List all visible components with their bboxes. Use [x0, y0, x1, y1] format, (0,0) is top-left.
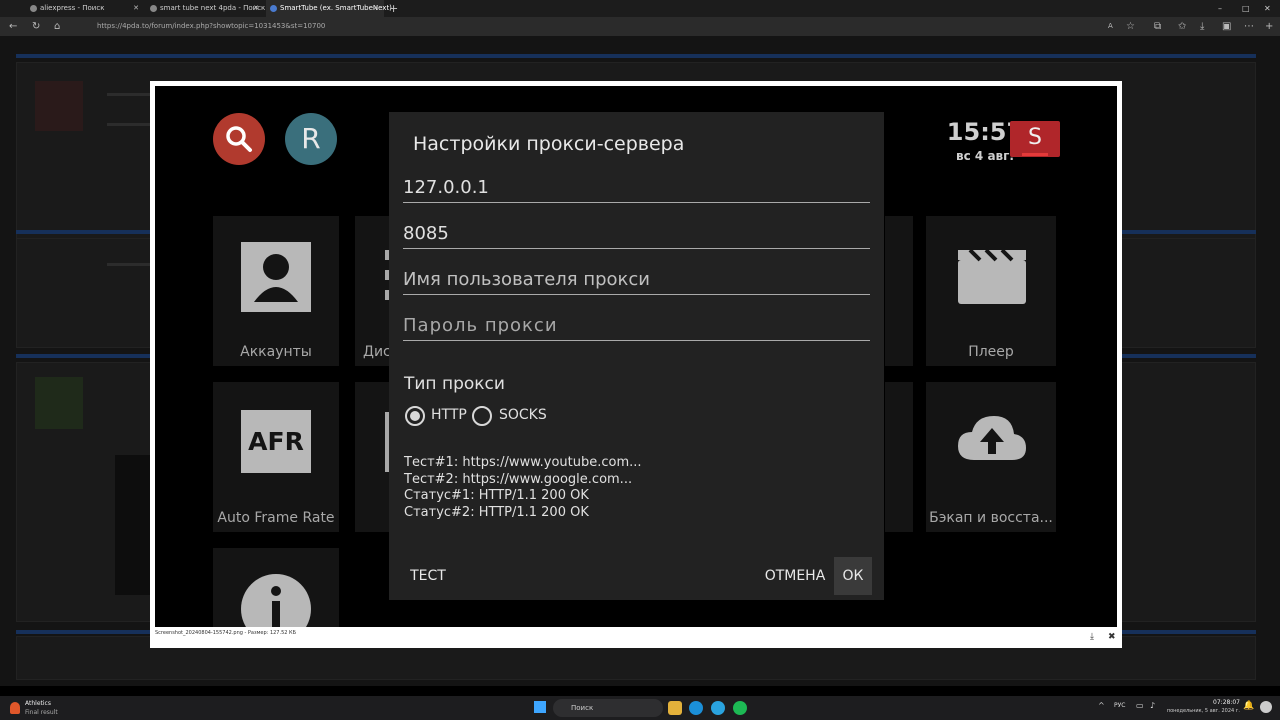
start-icon[interactable]	[534, 701, 546, 713]
info-icon	[241, 574, 311, 627]
address-bar-row: ← ↻ ⌂ https://4pda.to/forum/index.php?sh…	[0, 17, 1280, 36]
test-button[interactable]: ТЕСТ	[403, 557, 453, 595]
close-tab-icon[interactable]: ✕	[253, 0, 259, 17]
tile-accounts[interactable]: Аккаунты	[213, 216, 339, 366]
network-icon[interactable]: ▭	[1136, 701, 1144, 710]
ok-button[interactable]: ОК	[834, 557, 872, 595]
tile-label: Плеер	[968, 344, 1014, 360]
proxy-username-input[interactable]: Имя пользователя прокси	[403, 269, 870, 295]
4pda-icon	[270, 5, 277, 12]
avatar	[35, 377, 83, 429]
url-input[interactable]: https://4pda.to/forum/index.php?showtopi…	[85, 19, 1100, 34]
radio-http[interactable]: HTTP	[404, 405, 474, 427]
close-tab-icon[interactable]: ✕	[133, 0, 139, 17]
sidebar-add-icon[interactable]: +	[1265, 17, 1273, 36]
tile-about[interactable]	[213, 548, 339, 627]
download-icon[interactable]: ⤓	[1090, 632, 1094, 642]
cloud-upload-icon	[958, 416, 1026, 460]
volume-icon[interactable]: ♪	[1150, 701, 1155, 710]
tile-player[interactable]: Плеер	[926, 216, 1056, 366]
clapperboard-icon	[958, 248, 1026, 304]
tab-smarttube-4pda[interactable]: SmartTube (ex. SmartTubeNext) ✕	[266, 0, 392, 17]
tab-aliexpress[interactable]: aliexpress - Поиск ✕	[26, 0, 144, 17]
copilot-icon[interactable]	[1260, 701, 1272, 713]
taskbar-time[interactable]: 07:28:07	[1162, 699, 1240, 706]
new-tab-button[interactable]: +	[389, 0, 398, 17]
bing-icon	[150, 5, 157, 12]
tab-smarttube-search[interactable]: smart tube next 4pda - Поиск ✕	[146, 0, 266, 17]
menu-icon[interactable]: ⋯	[1244, 17, 1254, 36]
afr-icon: AFR	[241, 410, 311, 473]
tray-chevron-icon[interactable]: ^	[1098, 701, 1105, 710]
tile-label: Аккаунты	[240, 344, 312, 360]
edge-icon[interactable]	[689, 701, 703, 715]
minimize-button[interactable]: –	[1218, 0, 1222, 17]
account-avatar[interactable]: R	[285, 113, 337, 165]
radio-http-circle	[405, 406, 425, 426]
logo-letter: S	[1028, 125, 1042, 150]
proxy-host-input[interactable]: 127.0.0.1	[403, 177, 870, 203]
taskbar-date[interactable]: понедельник, 5 авг. 2024 г.	[1162, 708, 1240, 714]
close-window-button[interactable]: ✕	[1264, 0, 1271, 17]
status-line: Тест#1: https://www.youtube.com...	[404, 455, 642, 470]
search-icon	[226, 126, 252, 152]
dialog-title: Настройки прокси-сервера	[413, 133, 685, 155]
tile-label: Auto Frame Rate	[217, 510, 335, 526]
tile-auto-frame-rate[interactable]: AFR Auto Frame Rate	[213, 382, 339, 532]
tab-label: aliexpress - Поиск	[40, 4, 105, 12]
radio-socks-label: SOCKS	[499, 407, 547, 423]
tab-label: smart tube next 4pda - Поиск	[160, 4, 266, 12]
spotify-icon[interactable]	[733, 701, 747, 715]
proxy-port-input[interactable]: 8085	[403, 223, 870, 249]
extensions-icon[interactable]: ⧉	[1154, 17, 1161, 36]
home-icon[interactable]: ⌂	[54, 17, 60, 36]
tile-label: Бэкап и восста...	[929, 510, 1053, 526]
radio-socks-circle	[472, 406, 492, 426]
bing-icon	[30, 5, 37, 12]
maximize-button[interactable]: □	[1242, 0, 1250, 17]
read-aloud-icon[interactable]: A	[1108, 17, 1113, 36]
proxy-type-label: Тип прокси	[404, 374, 505, 394]
downloads-icon[interactable]: ⤓	[1200, 17, 1204, 36]
cancel-button[interactable]: ОТМЕНА	[760, 557, 830, 595]
favorite-star-icon[interactable]: ☆	[1126, 17, 1135, 36]
avatar	[35, 81, 83, 131]
telegram-icon[interactable]	[711, 701, 725, 715]
close-tab-icon[interactable]: ✕	[373, 0, 379, 17]
tile-backup[interactable]: Бэкап и восста...	[926, 382, 1056, 532]
weather-icon	[10, 702, 20, 714]
radio-socks[interactable]: SOCKS	[471, 405, 561, 427]
browser-tab-bar: aliexpress - Поиск ✕ smart tube next 4pd…	[0, 0, 1280, 17]
account-icon	[241, 242, 311, 312]
favorites-icon[interactable]: ✩	[1178, 17, 1186, 36]
status-line: Статус#1: HTTP/1.1 200 OK	[404, 488, 589, 503]
file-explorer-icon[interactable]	[668, 701, 682, 715]
proxy-settings-dialog: Настройки прокси-сервера 127.0.0.1 8085 …	[389, 112, 884, 600]
radio-http-label: HTTP	[431, 407, 467, 423]
proxy-test-status: Тест#1: https://www.youtube.com... Тест#…	[404, 455, 642, 521]
tv-screenshot: R 15:57 вс 4 авг. S Аккаунты Дис Плеер A…	[155, 86, 1117, 627]
tile-hidden-3[interactable]	[885, 382, 913, 532]
windows-taskbar: Athletics Final result Поиск ^ РУС ▭ ♪ 0…	[0, 696, 1280, 720]
search-button[interactable]	[213, 113, 265, 165]
notification-bell-icon[interactable]: 🔔	[1243, 701, 1254, 711]
forum-band	[16, 54, 1256, 58]
logo-underline	[1022, 153, 1048, 156]
post-image	[115, 455, 155, 595]
status-line: Статус#2: HTTP/1.1 200 OK	[404, 504, 589, 520]
collections-icon[interactable]: ▣	[1222, 17, 1231, 36]
news-subtitle: Final result	[25, 709, 58, 716]
refresh-icon[interactable]: ↻	[32, 17, 40, 36]
proxy-password-input[interactable]: Пароль прокси	[403, 315, 870, 341]
close-icon[interactable]: ✖	[1108, 632, 1116, 642]
status-line: Тест#2: https://www.google.com...	[404, 471, 633, 487]
search-label: Поиск	[571, 704, 594, 712]
language-indicator[interactable]: РУС	[1114, 702, 1125, 709]
back-icon[interactable]: ←	[9, 17, 17, 36]
tile-hidden[interactable]	[885, 216, 913, 366]
app-logo: S	[1010, 121, 1060, 157]
news-title[interactable]: Athletics	[25, 700, 51, 707]
taskbar-search[interactable]: Поиск	[553, 699, 663, 717]
image-caption: Screenshot_20240804-155742.png - Размер:…	[155, 630, 297, 636]
